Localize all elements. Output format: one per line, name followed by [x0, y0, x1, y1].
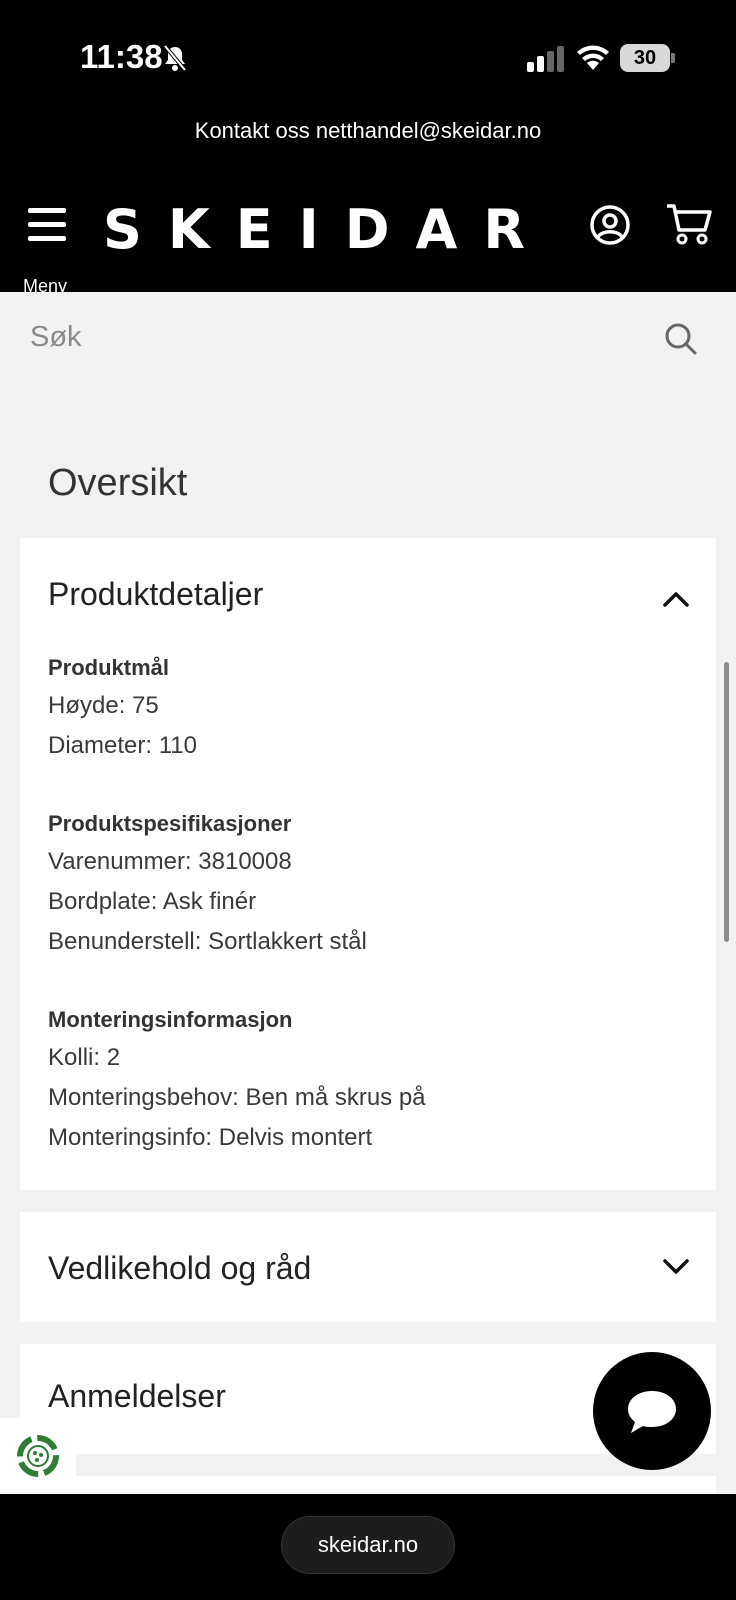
detail-heading: Monteringsinformasjon	[48, 1007, 293, 1032]
search-bar	[0, 292, 736, 394]
accordion-product-details: Produktdetaljer Produktmål Høyde: 75 Dia…	[20, 538, 716, 1190]
detail-group-specs: Produktspesifikasjoner Varenummer: 38100…	[48, 806, 367, 962]
cart-icon[interactable]	[665, 202, 713, 246]
contact-banner[interactable]: Kontakt oss netthandel@skeidar.no	[0, 110, 736, 180]
accordion-maintenance[interactable]: Vedlikehold og råd	[20, 1212, 716, 1322]
accordion-title: Vedlikehold og råd	[48, 1250, 312, 1286]
detail-line: Diameter: 110	[48, 732, 197, 759]
battery-nub	[671, 53, 675, 63]
detail-line: Høyde: 75	[48, 692, 159, 719]
battery-icon: 30	[620, 44, 670, 72]
menu-button[interactable]: Meny	[20, 204, 72, 296]
accordion-next-peek	[20, 1476, 716, 1494]
detail-line: Varenummer: 3810008	[48, 848, 292, 875]
accordion-title: Produktdetaljer	[48, 576, 264, 612]
detail-group-assembly: Monteringsinformasjon Kolli: 2 Montering…	[48, 1002, 426, 1158]
accordion-title: Anmeldelser	[48, 1378, 226, 1414]
detail-group-dimensions: Produktmål Høyde: 75 Diameter: 110	[48, 650, 197, 766]
hamburger-icon-bar	[28, 222, 66, 227]
search-input[interactable]	[30, 312, 650, 362]
search-icon[interactable]	[664, 322, 698, 356]
overview-title: Oversikt	[48, 462, 188, 504]
detail-line: Monteringsbehov: Ben må skrus på	[48, 1084, 426, 1111]
chat-icon	[628, 1391, 676, 1433]
url-bar[interactable]: skeidar.no	[281, 1516, 455, 1574]
accordion-header-product-details[interactable]: Produktdetaljer	[20, 538, 716, 648]
hamburger-icon-bar	[28, 236, 66, 241]
bell-muted-icon	[163, 44, 187, 72]
status-time: 11:38	[80, 38, 163, 75]
site-header: Meny SKEIDAR	[0, 180, 736, 296]
wifi-icon	[577, 45, 609, 70]
signal-icon	[527, 46, 564, 72]
hamburger-icon	[28, 208, 66, 213]
account-icon[interactable]	[589, 204, 631, 246]
browser-bottom-bar: skeidar.no	[0, 1494, 736, 1600]
status-bar: 11:38 30	[0, 0, 736, 110]
detail-line: Kolli: 2	[48, 1044, 121, 1071]
detail-line: Benunderstell: Sortlakkert stål	[48, 928, 367, 955]
chevron-down-icon	[663, 1259, 689, 1274]
page-scrollbar[interactable]	[724, 662, 729, 942]
battery-level: 30	[633, 46, 657, 69]
detail-line: Monteringsinfo: Delvis montert	[48, 1124, 373, 1151]
detail-line: Bordplate: Ask finér	[48, 888, 257, 915]
recycle-icon	[17, 1435, 59, 1477]
chat-button[interactable]	[593, 1352, 711, 1470]
detail-heading: Produktspesifikasjoner	[48, 811, 292, 836]
site-logo[interactable]: SKEIDAR	[103, 198, 551, 261]
chevron-up-icon	[663, 592, 689, 607]
eco-badge[interactable]	[0, 1418, 76, 1494]
detail-heading: Produktmål	[48, 655, 170, 680]
